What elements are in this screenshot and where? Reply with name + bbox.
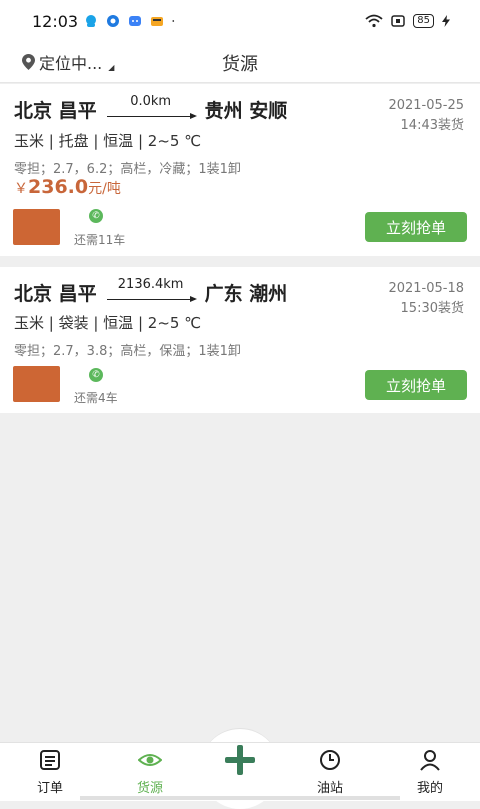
goods-info: 玉米 | 托盘 | 恒温 | 2~5 ℃ <box>14 132 202 150</box>
taobao-icon <box>151 17 163 26</box>
price-unit: 元/吨 <box>88 181 121 197</box>
distance-value: 2136.4km <box>117 277 184 292</box>
arrow-right-icon <box>189 113 197 119</box>
distance-indicator: 2136.4km <box>105 277 197 303</box>
distance-line <box>106 299 195 300</box>
remaining-trucks: 还需11车 <box>74 233 126 247</box>
date-block: 2021-05-18 15:30装货 <box>388 279 464 319</box>
tab-mine[interactable]: 我的 <box>390 749 470 796</box>
route: 北京 昌平 0.0km 贵州 安顺 <box>14 94 288 123</box>
tab-gas-station[interactable]: 油站 <box>290 749 370 796</box>
tab-orders-label: 订单 <box>36 781 63 796</box>
add-plus-button[interactable] <box>222 742 258 778</box>
tab-cargo-label: 货源 <box>136 781 163 796</box>
date: 2021-05-25 <box>388 98 464 113</box>
grab-order-button[interactable]: 立刻抢单 <box>365 212 467 242</box>
arrow-right-icon <box>189 296 197 302</box>
phone-icon[interactable]: ✆ <box>89 368 103 382</box>
tab-orders[interactable]: 订单 <box>10 749 90 796</box>
distance-indicator: 0.0km <box>105 94 197 120</box>
order-list-icon <box>40 750 60 770</box>
phone-icon[interactable]: ✆ <box>89 209 103 223</box>
cargo-detail: 零担；2.7，6.2；高栏，冷藏；1装1卸 <box>14 162 241 177</box>
chat-icon <box>129 16 141 26</box>
price-symbol: ￥ <box>14 181 28 197</box>
tab-cargo[interactable]: 货源 <box>110 749 190 796</box>
browser-icon <box>107 15 119 27</box>
cargo-card[interactable]: 北京 昌平 0.0km 贵州 安顺 2021-05-25 14:43装货 玉米 … <box>0 84 480 256</box>
price-value: 236.0 <box>28 176 89 198</box>
cargo-card[interactable]: 北京 昌平 2136.4km 广东 潮州 2021-05-18 15:30装货 … <box>0 267 480 413</box>
tab-gas-label: 油站 <box>316 781 343 796</box>
remaining-trucks: 还需4车 <box>74 391 118 405</box>
goods-info: 玉米 | 袋装 | 恒温 | 2~5 ℃ <box>14 314 202 332</box>
grab-order-button[interactable]: 立刻抢单 <box>365 370 467 400</box>
avatar[interactable] <box>13 209 60 245</box>
route: 北京 昌平 2136.4km 广东 潮州 <box>14 277 288 306</box>
notification-icons <box>84 14 178 28</box>
wifi-icon <box>365 14 383 28</box>
page-title: 货源 <box>222 54 258 75</box>
user-icon <box>420 750 440 771</box>
avatar[interactable] <box>13 366 60 402</box>
eye-icon <box>137 754 163 766</box>
tab-mine-label: 我的 <box>416 781 443 796</box>
battery-indicator: 85 <box>413 14 434 28</box>
charging-icon <box>442 15 450 27</box>
clock-icon <box>320 750 340 770</box>
qq-icon <box>86 15 96 27</box>
load-time: 14:43装货 <box>400 118 464 133</box>
more-dot-icon <box>172 20 175 22</box>
home-indicator <box>80 796 400 800</box>
origin: 北京 昌平 <box>14 283 97 305</box>
cargo-detail: 零担；2.7，3.8；高栏，保温；1装1卸 <box>14 344 241 359</box>
plus-icon <box>225 745 255 775</box>
price: ￥236.0元/吨 <box>14 176 121 198</box>
date: 2021-05-18 <box>388 281 464 296</box>
load-time: 15:30装货 <box>400 301 464 316</box>
origin: 北京 昌平 <box>14 100 97 122</box>
system-icons: 85 <box>365 14 450 28</box>
destination: 贵州 安顺 <box>204 100 288 122</box>
destination: 广东 潮州 <box>204 283 288 305</box>
status-time: 12:03 <box>32 12 79 31</box>
date-block: 2021-05-25 14:43装货 <box>388 96 464 136</box>
sim-icon <box>391 15 406 27</box>
distance-line <box>106 116 195 117</box>
distance-value: 0.0km <box>130 94 172 109</box>
page-header: 定位中... ◢ 货源 <box>0 42 480 83</box>
status-bar: 12:03 85 <box>0 0 480 42</box>
